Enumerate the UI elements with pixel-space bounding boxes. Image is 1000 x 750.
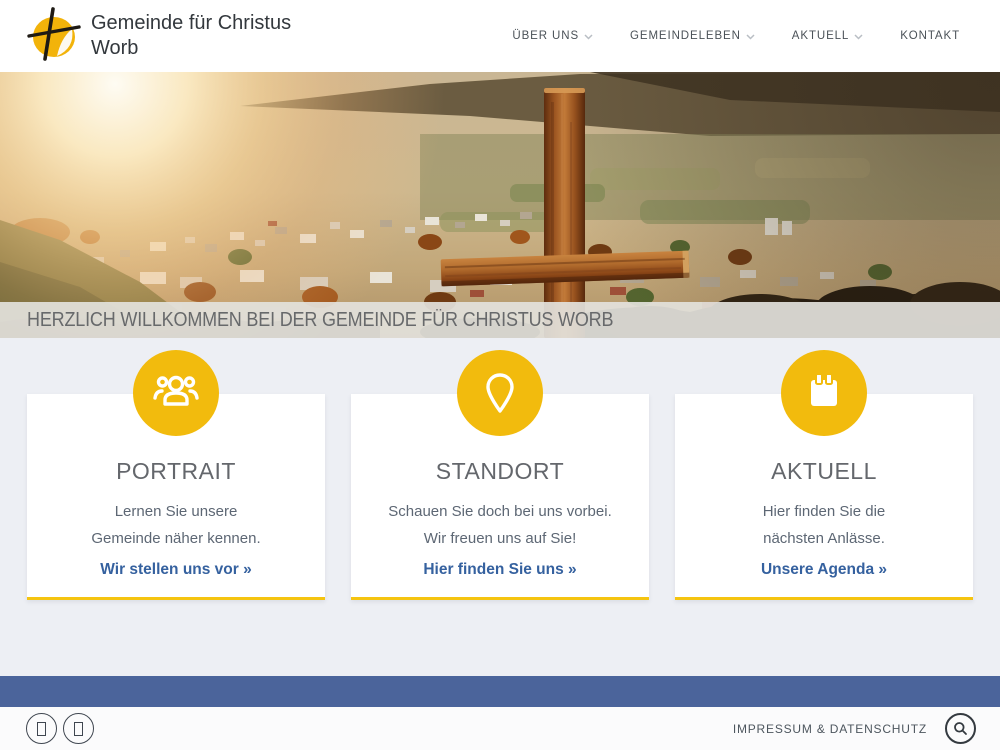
- chevron-down-icon: [746, 31, 755, 43]
- card-text: Schauen Sie doch bei uns vorbei. Wir fre…: [351, 498, 649, 552]
- impressum-datenschutz-link[interactable]: IMPRESSUM & DATENSCHUTZ: [733, 722, 927, 736]
- card-title: PORTRAIT: [27, 458, 325, 485]
- main-nav: ÜBER UNS GEMEINDELEBEN AKTUELL KONTAKT: [512, 30, 960, 43]
- calendar-icon: [781, 350, 867, 436]
- card-title: AKTUELL: [675, 458, 973, 485]
- site-title: Gemeinde für Christus Worb: [91, 11, 301, 61]
- brand-link[interactable]: Gemeinde für Christus Worb: [25, 5, 301, 68]
- teaser-cards: PORTRAIT Lernen Sie unsere Gemeinde nähe…: [27, 350, 973, 600]
- chevron-down-icon: [854, 31, 863, 43]
- social-icon-2[interactable]: [63, 713, 94, 744]
- standort-link[interactable]: Hier finden Sie uns »: [423, 561, 576, 579]
- card-aktuell: AKTUELL Hier finden Sie die nächsten Anl…: [675, 350, 973, 600]
- social-links: [26, 713, 94, 744]
- welcome-headline: HERZLICH WILLKOMMEN BEI DER GEMEINDE FÜR…: [27, 309, 613, 332]
- portrait-link[interactable]: Wir stellen uns vor »: [100, 561, 251, 579]
- social-icon-1[interactable]: [26, 713, 57, 744]
- hero-section: HERZLICH WILLKOMMEN BEI DER GEMEINDE FÜR…: [0, 72, 1000, 338]
- cross-sun-logo: [25, 5, 83, 68]
- nav-item-kontakt[interactable]: KONTAKT: [900, 30, 960, 42]
- card-text: Lernen Sie unsere Gemeinde näher kennen.: [27, 498, 325, 552]
- site-header: Gemeinde für Christus Worb ÜBER UNS GEME…: [0, 0, 1000, 72]
- footer-accent-bar: [0, 676, 1000, 707]
- main-content: PORTRAIT Lernen Sie unsere Gemeinde nähe…: [0, 338, 1000, 676]
- card-portrait: PORTRAIT Lernen Sie unsere Gemeinde nähe…: [27, 350, 325, 600]
- aktuell-link[interactable]: Unsere Agenda »: [761, 561, 887, 579]
- search-icon[interactable]: [945, 713, 976, 744]
- nav-item-ueber-uns[interactable]: ÜBER UNS: [512, 30, 593, 43]
- chevron-down-icon: [584, 31, 593, 43]
- map-pin-icon: [457, 350, 543, 436]
- card-standort: STANDORT Schauen Sie doch bei uns vorbei…: [351, 350, 649, 600]
- nav-item-gemeindeleben[interactable]: GEMEINDELEBEN: [630, 30, 755, 43]
- people-icon: [133, 350, 219, 436]
- card-text: Hier finden Sie die nächsten Anlässe.: [675, 498, 973, 552]
- card-title: STANDORT: [351, 458, 649, 485]
- nav-item-aktuell[interactable]: AKTUELL: [792, 30, 863, 43]
- site-footer: IMPRESSUM & DATENSCHUTZ: [0, 707, 1000, 750]
- welcome-banner: HERZLICH WILLKOMMEN BEI DER GEMEINDE FÜR…: [0, 302, 1000, 338]
- hero-photo: [0, 72, 1000, 338]
